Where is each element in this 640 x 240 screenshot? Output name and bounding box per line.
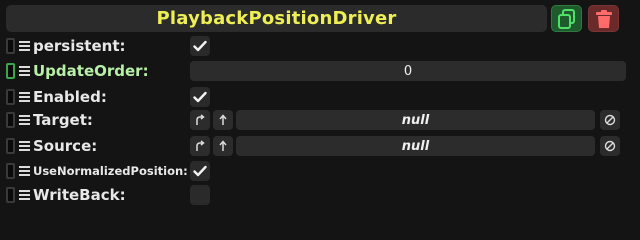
drag-handle[interactable] <box>6 38 15 54</box>
field-row-persistent: persistent: <box>6 35 634 57</box>
field-row-use-normalized-position: UseNormalizedPosition: <box>6 160 634 182</box>
duplicate-icon <box>557 8 575 29</box>
open-parent-button[interactable] <box>213 110 233 130</box>
field-row-update-order: UpdateOrder: 0 <box>6 60 634 82</box>
drag-handle[interactable] <box>6 112 15 128</box>
drag-handle[interactable] <box>6 163 15 179</box>
target-reference-field[interactable]: null <box>236 110 595 130</box>
clear-target-button[interactable] <box>600 110 620 130</box>
field-label: Source: <box>33 137 98 155</box>
field-menu-icon[interactable] <box>19 63 31 79</box>
field-label: Enabled: <box>33 88 107 106</box>
null-icon <box>604 114 616 126</box>
open-parent-button[interactable] <box>213 136 233 156</box>
field-label: Target: <box>33 111 93 129</box>
component-header: PlaybackPositionDriver <box>6 5 547 32</box>
up-arrow-icon <box>219 114 227 125</box>
drag-handle[interactable] <box>6 63 15 79</box>
source-reference-field[interactable]: null <box>236 136 595 156</box>
field-label: persistent: <box>33 37 126 55</box>
jump-arrow-icon <box>196 140 205 151</box>
field-row-target: Target: null <box>6 109 634 131</box>
checkmark-icon <box>193 165 207 177</box>
clear-source-button[interactable] <box>600 136 620 156</box>
checkmark-icon <box>193 40 207 52</box>
field-row-enabled: Enabled: <box>6 86 634 108</box>
field-menu-icon[interactable] <box>19 38 31 54</box>
field-label: WriteBack: <box>33 186 126 204</box>
field-menu-icon[interactable] <box>19 187 31 203</box>
field-label: UseNormalizedPosition: <box>33 164 188 178</box>
persistent-checkbox[interactable] <box>190 36 210 56</box>
delete-button[interactable] <box>588 5 619 32</box>
drag-handle[interactable] <box>6 138 15 154</box>
checkmark-icon <box>193 91 207 103</box>
jump-to-reference-button[interactable] <box>190 136 210 156</box>
component-title: PlaybackPositionDriver <box>156 8 397 29</box>
drag-handle[interactable] <box>6 187 15 203</box>
field-menu-icon[interactable] <box>19 89 31 105</box>
field-row-write-back: WriteBack: <box>6 184 634 206</box>
field-menu-icon[interactable] <box>19 163 31 179</box>
up-arrow-icon <box>219 140 227 151</box>
null-icon <box>604 140 616 152</box>
update-order-input[interactable]: 0 <box>190 61 626 81</box>
write-back-checkbox[interactable] <box>190 185 210 205</box>
field-menu-icon[interactable] <box>19 112 31 128</box>
duplicate-button[interactable] <box>551 5 582 32</box>
field-menu-icon[interactable] <box>19 138 31 154</box>
field-row-source: Source: null <box>6 135 634 157</box>
jump-to-reference-button[interactable] <box>190 110 210 130</box>
drag-handle[interactable] <box>6 89 15 105</box>
jump-arrow-icon <box>196 114 205 125</box>
enabled-checkbox[interactable] <box>190 87 210 107</box>
field-label: UpdateOrder: <box>33 62 149 80</box>
use-normalized-position-checkbox[interactable] <box>190 161 210 181</box>
trash-icon <box>595 9 612 28</box>
